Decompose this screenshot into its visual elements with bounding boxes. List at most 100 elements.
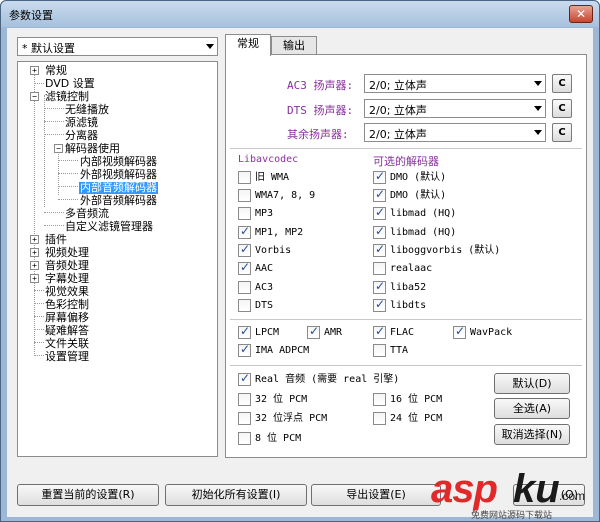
checkbox-box[interactable] <box>373 325 386 339</box>
collapse-icon[interactable]: − <box>30 92 39 101</box>
checkbox-box[interactable] <box>453 325 466 339</box>
dts-speaker-config-button[interactable]: C <box>552 99 572 118</box>
expand-icon[interactable]: + <box>30 248 39 257</box>
checkbox-label: DMO (默认) <box>390 172 447 183</box>
checkbox-box[interactable] <box>238 325 251 339</box>
tree-guide-line <box>58 147 59 195</box>
checkbox-box[interactable] <box>373 393 386 406</box>
watermark-subtitle: 免费网站源码下载站 <box>471 511 553 521</box>
select-all-button[interactable]: 全选(A) <box>494 398 570 419</box>
checkbox-box[interactable] <box>238 393 251 406</box>
tree-item-plugins[interactable]: 插件 <box>45 234 67 246</box>
tree-item-settings-management[interactable]: 设置管理 <box>45 351 89 363</box>
reset-settings-button[interactable]: 重置当前的设置(R) <box>17 484 159 506</box>
checkbox-label: 旧 WMA <box>255 172 290 183</box>
checkbox-box[interactable] <box>238 243 251 257</box>
tab-control: 常规 输出 AC3 扬声器: 2/0; 立体声 C DTS 扬声器: 2/0; … <box>225 34 587 458</box>
tree-item-dvd[interactable]: DVD 设置 <box>45 78 95 90</box>
checkbox-box[interactable] <box>373 225 386 239</box>
tree-guide-line <box>34 83 44 84</box>
checkbox-box[interactable] <box>238 225 251 239</box>
dts-speaker-select[interactable]: 2/0; 立体声 <box>364 99 546 118</box>
tree-item-general[interactable]: 常规 <box>45 65 67 77</box>
checkbox-box[interactable] <box>238 189 251 202</box>
export-settings-button[interactable]: 导出设置(E) <box>311 484 441 506</box>
checkbox-box[interactable] <box>238 432 251 445</box>
tree-item-seamless[interactable]: 无缝播放 <box>65 104 109 116</box>
watermark-asp: asp <box>431 467 498 511</box>
tree-item-multi-audio[interactable]: 多音频流 <box>65 208 109 220</box>
tree-item-file-association[interactable]: 文件关联 <box>45 338 89 350</box>
checkbox-box[interactable] <box>238 372 251 386</box>
dts-speaker-value: 2/0; 立体声 <box>369 104 427 117</box>
checkbox-box[interactable] <box>373 298 386 312</box>
expand-icon[interactable]: + <box>30 235 39 244</box>
settings-tree[interactable]: + − − + + + + 常规 DVD 设置 滤镜控制 无缝播放 源滤镜 分离… <box>17 61 218 457</box>
checkbox-label: DTS <box>255 300 274 311</box>
init-all-settings-button[interactable]: 初始化所有设置(I) <box>165 484 307 506</box>
checkbox-box[interactable] <box>373 280 386 294</box>
checkbox-box[interactable] <box>238 343 251 357</box>
tree-item-internal-video-decoder[interactable]: 内部视频解码器 <box>80 156 157 168</box>
tab-output[interactable]: 输出 <box>271 36 317 54</box>
tree-guide-line <box>58 160 78 161</box>
checkbox-box[interactable] <box>373 262 386 275</box>
checkbox-box[interactable] <box>238 207 251 220</box>
expand-icon[interactable]: + <box>30 261 39 270</box>
checkbox-box[interactable] <box>238 281 251 294</box>
tree-guide-line <box>34 303 44 304</box>
tree-item-audio-processing[interactable]: 音频处理 <box>45 260 89 272</box>
tree-item-video-processing[interactable]: 视频处理 <box>45 247 89 259</box>
checkbox-box[interactable] <box>238 412 251 425</box>
expand-icon[interactable]: + <box>30 274 39 283</box>
checkbox-box[interactable] <box>373 170 386 184</box>
tree-guide-line <box>58 199 78 200</box>
tree-item-custom-filter-manager[interactable]: 自定义滤镜管理器 <box>65 221 153 233</box>
checkbox-label: FLAC <box>390 327 415 338</box>
tree-guide-line <box>58 186 78 187</box>
tab-general[interactable]: 常规 <box>225 34 271 56</box>
checkbox-box[interactable] <box>373 412 386 425</box>
other-speaker-config-button[interactable]: C <box>552 123 572 142</box>
tree-item-external-audio-decoder[interactable]: 外部音频解码器 <box>80 195 157 207</box>
checkbox-box[interactable] <box>373 243 386 257</box>
tree-item-visual-effects[interactable]: 视觉效果 <box>45 286 89 298</box>
tree-item-source-filter[interactable]: 源滤镜 <box>65 117 98 129</box>
checkbox-label: 8 位 PCM <box>255 433 302 444</box>
tree-item-decoder-usage[interactable]: 解码器使用 <box>65 143 120 155</box>
other-speaker-select[interactable]: 2/0; 立体声 <box>364 123 546 142</box>
tree-item-filter-control[interactable]: 滤镜控制 <box>45 91 89 103</box>
deselect-button[interactable]: 取消选择(N) <box>494 424 570 445</box>
other-speaker-label: 其余扬声器: <box>287 128 349 141</box>
collapse-icon[interactable]: − <box>54 144 63 153</box>
tree-item-splitter[interactable]: 分离器 <box>65 130 98 142</box>
checkbox-label: MP3 <box>255 208 274 219</box>
tree-item-external-video-decoder[interactable]: 外部视频解码器 <box>80 169 157 181</box>
checkbox-box[interactable] <box>238 261 251 275</box>
chevron-down-icon <box>534 130 542 135</box>
tree-guide-line <box>44 212 64 213</box>
tree-guide-line <box>34 329 44 330</box>
checkbox-box[interactable] <box>373 344 386 357</box>
close-button[interactable]: ✕ <box>569 5 593 23</box>
checkbox-box[interactable] <box>373 188 386 202</box>
tree-item-subtitle-processing[interactable]: 字幕处理 <box>45 273 89 285</box>
tree-item-screen-offset[interactable]: 屏幕偏移 <box>45 312 89 324</box>
checkbox-box[interactable] <box>373 206 386 220</box>
checkbox-box[interactable] <box>238 299 251 312</box>
dialog-window: 参数设置 ✕ * 默认设置 + − − + + + + 常规 DVD 设置 滤镜… <box>0 0 600 522</box>
ac3-speaker-select[interactable]: 2/0; 立体声 <box>364 74 546 93</box>
tree-item-troubleshooting[interactable]: 疑难解答 <box>45 325 89 337</box>
checkbox-label: LPCM <box>255 327 280 338</box>
expand-icon[interactable]: + <box>30 66 39 75</box>
tree-item-color-control[interactable]: 色彩控制 <box>45 299 89 311</box>
dialog-client: * 默认设置 + − − + + + + 常规 DVD 设置 滤镜控制 无缝播放… <box>7 28 593 517</box>
checkbox-box[interactable] <box>238 171 251 184</box>
title-bar[interactable]: 参数设置 ✕ <box>1 1 599 27</box>
checkbox-label: liboggvorbis (默认) <box>390 245 501 256</box>
checkbox-box[interactable] <box>307 325 320 339</box>
ac3-speaker-config-button[interactable]: C <box>552 74 572 93</box>
profile-combo[interactable]: * 默认设置 <box>17 37 218 56</box>
default-button[interactable]: 默认(D) <box>494 373 570 394</box>
tree-item-internal-audio-decoder[interactable]: 内部音频解码器 <box>79 182 158 194</box>
